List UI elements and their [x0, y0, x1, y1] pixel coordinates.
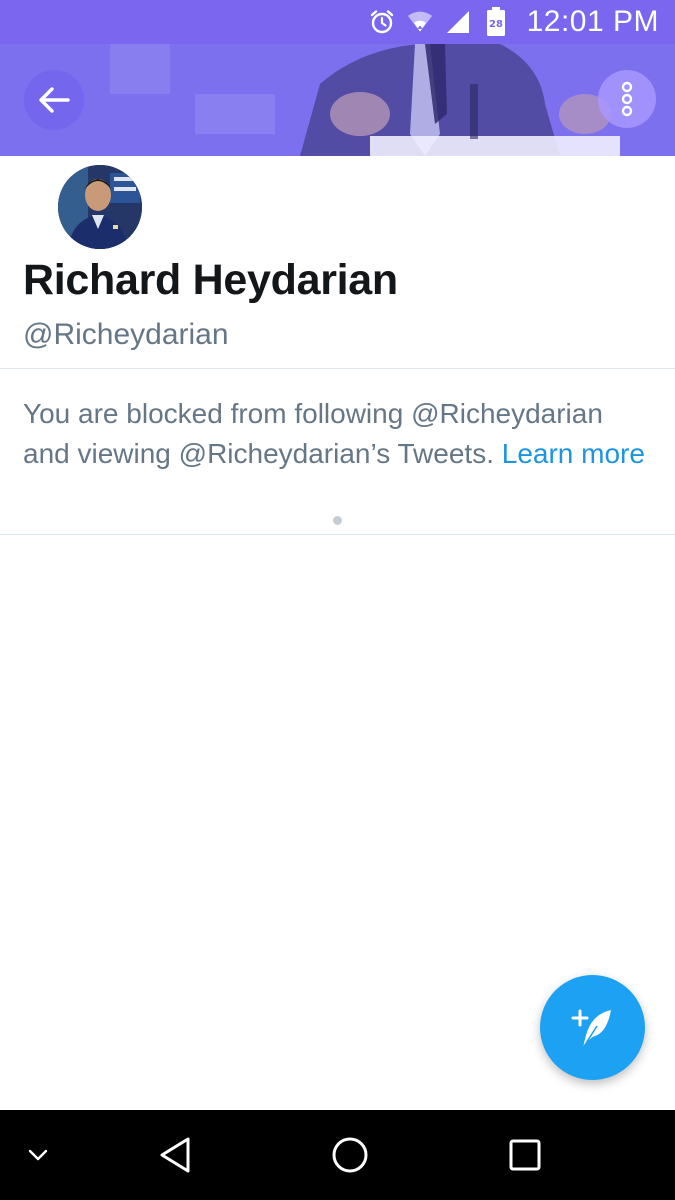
- recents-nav-button[interactable]: [500, 1110, 550, 1200]
- signal-icon: [445, 9, 471, 35]
- more-vertical-icon: [621, 81, 633, 117]
- divider: [0, 534, 675, 535]
- status-time: 12:01 PM: [526, 5, 659, 38]
- alarm-icon: [369, 9, 395, 35]
- divider: [0, 368, 675, 369]
- back-button[interactable]: [24, 70, 84, 130]
- arrow-left-icon: [39, 87, 70, 113]
- home-circle-icon: [332, 1137, 368, 1173]
- header-banner: [0, 44, 675, 156]
- learn-more-link[interactable]: Learn more: [502, 438, 645, 469]
- recents-square-icon: [509, 1139, 541, 1171]
- profile-handle: @Richeydarian: [23, 318, 229, 351]
- back-nav-button[interactable]: [150, 1110, 200, 1200]
- more-options-button[interactable]: [598, 70, 656, 128]
- system-navigation-bar: [0, 1110, 675, 1200]
- status-bar: 28 12:01 PM: [0, 0, 675, 44]
- battery-icon: 28: [483, 7, 509, 36]
- hide-keyboard-button[interactable]: [18, 1110, 58, 1200]
- profile-photo: [58, 165, 142, 249]
- blocked-message: You are blocked from following @Richeyda…: [23, 394, 653, 474]
- compose-tweet-icon: [571, 1009, 611, 1048]
- calendar-day: 28: [489, 19, 503, 30]
- chevron-down-icon: [28, 1149, 48, 1161]
- back-triangle-icon: [160, 1137, 190, 1173]
- avatar[interactable]: [56, 163, 144, 251]
- compose-tweet-button[interactable]: [540, 975, 645, 1080]
- home-nav-button[interactable]: [325, 1110, 375, 1200]
- page-indicator-dot: [333, 516, 342, 525]
- profile-name: Richard Heydarian: [23, 256, 398, 304]
- banner-photo: [0, 44, 675, 156]
- wifi-icon: [407, 9, 433, 35]
